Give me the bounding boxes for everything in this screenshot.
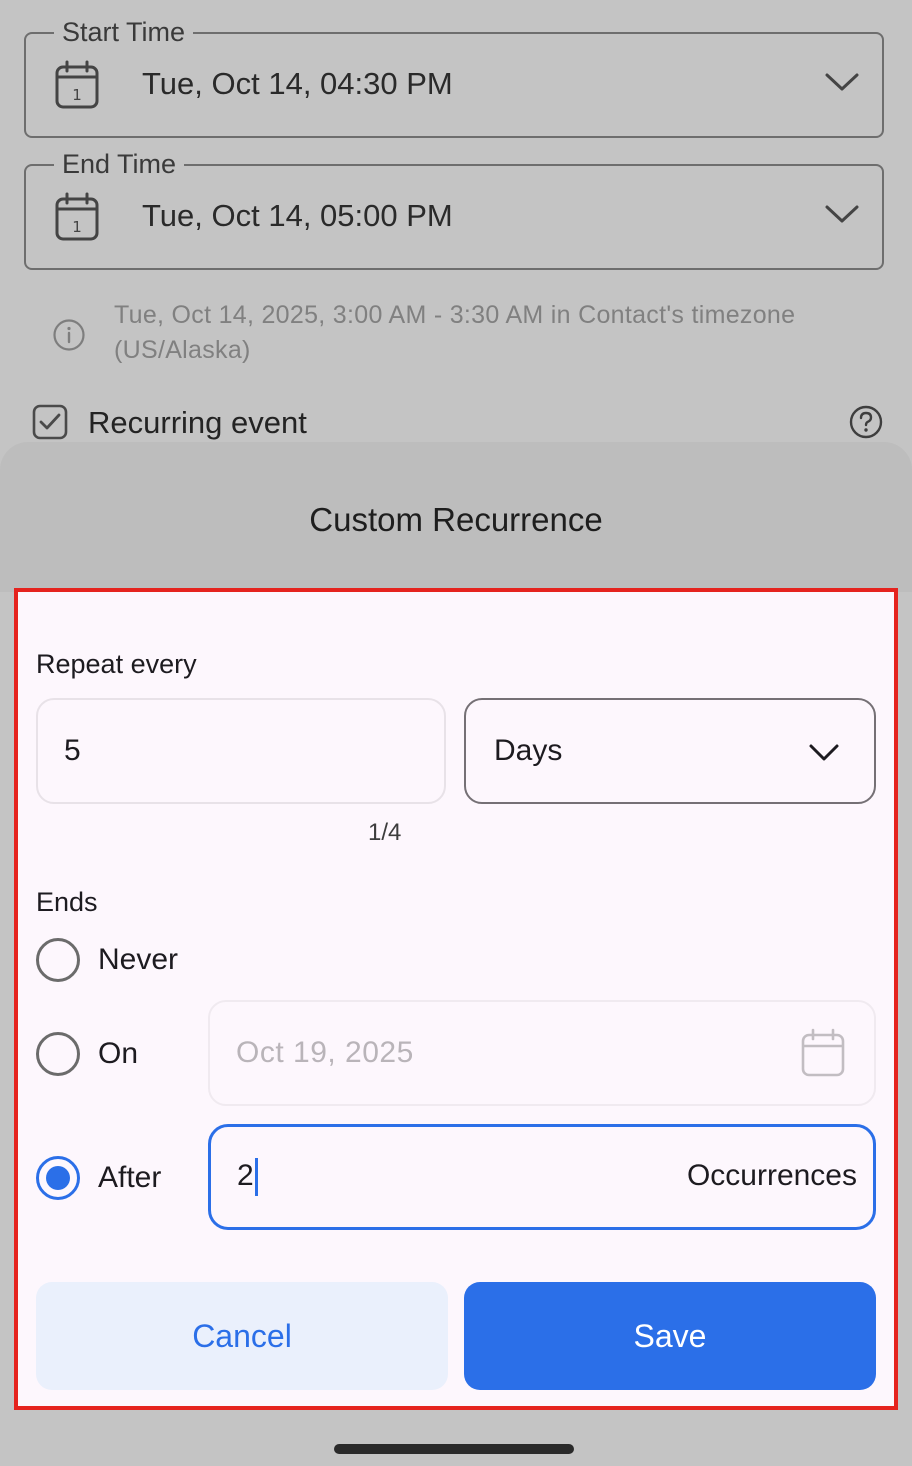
end-time-label: End Time: [54, 148, 185, 180]
cancel-button[interactable]: Cancel: [36, 1282, 448, 1390]
help-icon[interactable]: [848, 404, 884, 440]
character-counter: 1/4: [368, 819, 402, 846]
recurring-event-label: Recurring event: [88, 405, 307, 440]
repeat-unit-select[interactable]: Days: [464, 698, 876, 804]
start-time-value: Tue, Oct 14, 04:30 PM: [142, 66, 453, 101]
end-time-field[interactable]: End Time 1 Tue, Oct 14, 05:00 PM: [24, 148, 884, 270]
svg-text:1: 1: [72, 218, 82, 236]
save-button[interactable]: Save: [464, 1282, 876, 1390]
end-date-value: Oct 19, 2025: [236, 1036, 414, 1069]
occurrences-value-text: 2: [237, 1159, 254, 1192]
home-indicator[interactable]: [334, 1444, 574, 1454]
end-time-value: Tue, Oct 14, 05:00 PM: [142, 198, 453, 233]
start-time-field[interactable]: Start Time 1 Tue, Oct 14, 04:30 PM: [24, 16, 884, 138]
occurrences-input[interactable]: 2 Occurrences: [208, 1124, 876, 1230]
start-time-label: Start Time: [54, 16, 194, 48]
checkbox-checked-icon[interactable]: [32, 404, 68, 440]
radio-after[interactable]: [36, 1156, 80, 1200]
radio-on-label: On: [98, 1037, 139, 1070]
ends-label: Ends: [36, 887, 98, 917]
radio-after-label: After: [98, 1161, 162, 1194]
occurrences-suffix: Occurrences: [686, 1159, 857, 1192]
info-icon: [53, 319, 85, 351]
calendar-icon: 1: [55, 192, 99, 241]
occurrences-value: 2: [237, 1157, 258, 1197]
text-cursor: [254, 1158, 258, 1197]
svg-text:1: 1: [72, 86, 82, 104]
timezone-info-text: Tue, Oct 14, 2025, 3:00 AM - 3:30 AM in …: [114, 301, 796, 364]
repeat-interval-input[interactable]: 5: [36, 698, 446, 804]
chevron-down-icon[interactable]: [824, 70, 860, 94]
bottom-sheet-header: Custom Recurrence: [0, 442, 912, 592]
calendar-icon[interactable]: [800, 1028, 846, 1078]
repeat-interval-value: 5: [64, 734, 81, 767]
radio-never-label: Never: [98, 943, 179, 976]
chevron-down-icon: [809, 744, 839, 761]
chevron-down-icon[interactable]: [824, 202, 860, 226]
end-date-field[interactable]: Oct 19, 2025: [208, 1000, 876, 1106]
recurring-event-row[interactable]: Recurring event: [32, 402, 884, 446]
repeat-unit-value: Days: [494, 734, 563, 767]
sheet-title: Custom Recurrence: [309, 501, 603, 538]
repeat-every-label: Repeat every: [36, 649, 197, 679]
radio-never[interactable]: [36, 938, 80, 982]
radio-on[interactable]: [36, 1032, 80, 1076]
calendar-icon: 1: [55, 60, 99, 109]
custom-recurrence-panel: Repeat every 5 1/4 Days Ends Never On Oc…: [14, 588, 898, 1410]
